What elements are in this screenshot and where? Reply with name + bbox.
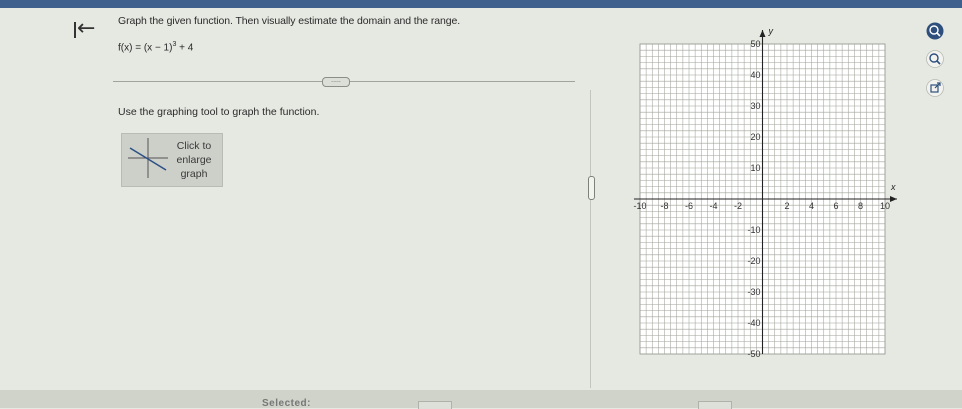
y-tick-label: -10 — [747, 225, 760, 235]
enlarge-line-2: enlarge — [176, 154, 212, 166]
x-tick-label: 6 — [833, 201, 838, 211]
zoom-out-icon[interactable] — [926, 50, 944, 68]
y-axis-label: y — [768, 26, 774, 36]
y-tick-label: 10 — [750, 163, 760, 173]
y-tick-label: -50 — [747, 349, 760, 359]
graphing-tool-instruction: Use the graphing tool to graph the funct… — [118, 106, 320, 118]
x-tick-label: 4 — [809, 201, 814, 211]
enlarge-line-3: graph — [180, 168, 208, 180]
x-tick-label: -2 — [734, 201, 742, 211]
y-tick-label: -30 — [747, 287, 760, 297]
x-tick-label: -6 — [685, 201, 693, 211]
x-tick-label: 10 — [880, 201, 890, 211]
y-tick-label: 50 — [750, 39, 760, 49]
formula-base: f(x) = (x − 1) — [118, 42, 173, 54]
x-tick-label: 8 — [858, 201, 863, 211]
back-arrow-icon[interactable]: ← — [68, 17, 98, 42]
y-tick-label: -20 — [747, 256, 760, 266]
enlarge-graph-button[interactable]: Click to enlarge graph — [121, 133, 223, 187]
x-tick-label: -4 — [709, 201, 717, 211]
y-tick-label: -40 — [747, 318, 760, 328]
function-formula: f(x) = (x − 1)3 + 4 — [118, 41, 193, 53]
coordinate-graph[interactable]: x y -10 -8 -6 -4 -2 2 4 6 8 10 50 40 30 20 10 -10 -20 -30 -4… — [600, 18, 920, 363]
bottom-toolbar — [0, 390, 962, 408]
top-bar — [0, 0, 962, 8]
y-tick-label: 30 — [750, 101, 760, 111]
zoom-in-icon[interactable] — [926, 22, 944, 40]
enlarge-line-1: Click to — [176, 140, 212, 152]
selected-label: Selected: — [262, 398, 311, 409]
x-axis-label: x — [890, 182, 896, 192]
formula-tail: + 4 — [176, 42, 194, 54]
y-tick-label: 40 — [750, 70, 760, 80]
question-instruction: Graph the given function. Then visually … — [118, 15, 461, 27]
y-axis-arrow — [759, 30, 766, 37]
enlarge-graph-label: Click to enlarge graph — [170, 139, 218, 181]
x-tick-label: -10 — [633, 201, 646, 211]
open-external-icon[interactable] — [926, 79, 944, 97]
y-tick-label: 20 — [750, 132, 760, 142]
graph-tools — [924, 22, 952, 112]
x-axis-arrow — [890, 196, 897, 202]
x-tick-label: -8 — [660, 201, 668, 211]
expand-more-button[interactable]: ..... — [322, 77, 350, 87]
pane-divider — [590, 90, 591, 388]
pane-resize-handle[interactable] — [588, 176, 595, 200]
x-tick-label: 2 — [784, 201, 789, 211]
mini-graph-icon — [128, 138, 168, 178]
